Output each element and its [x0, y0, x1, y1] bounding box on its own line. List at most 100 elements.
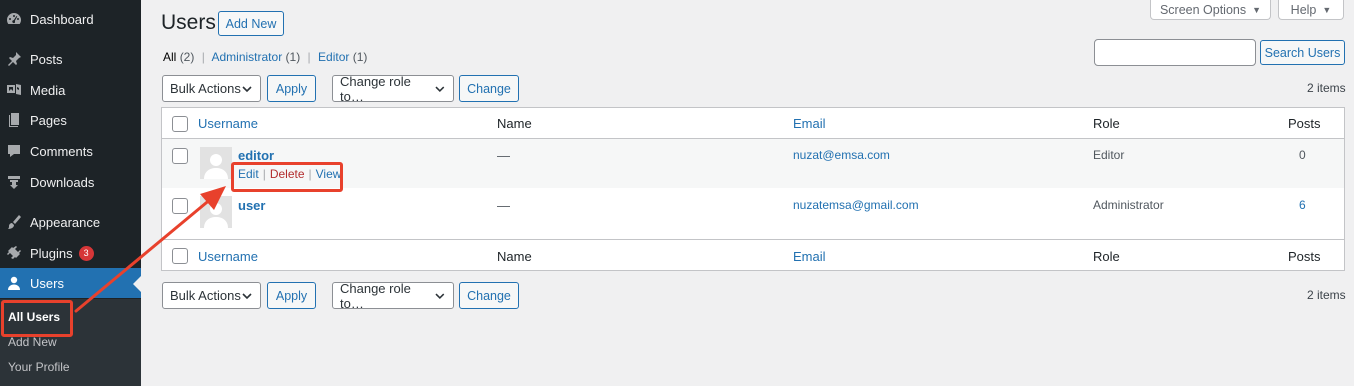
role-cell: Administrator: [1093, 198, 1164, 212]
change-role-button-top[interactable]: Change: [459, 75, 519, 102]
menu-appearance[interactable]: Appearance: [0, 207, 141, 237]
role-cell: Editor: [1093, 148, 1125, 162]
select-all-checkbox[interactable]: [172, 116, 188, 132]
row-checkbox[interactable]: [172, 148, 188, 164]
column-name-footer: Name: [497, 249, 532, 264]
change-role-label: Change role to…: [340, 73, 411, 104]
filter-administrator[interactable]: Administrator: [212, 50, 283, 64]
row-checkbox[interactable]: [172, 198, 188, 214]
email-link[interactable]: nuzatemsa@gmail.com: [793, 198, 919, 212]
change-role-select-top[interactable]: Change role to…: [332, 73, 454, 104]
column-name: Name: [497, 116, 532, 131]
search-users-button[interactable]: Search Users: [1260, 40, 1345, 65]
help-label: Help: [1290, 2, 1317, 17]
user-icon: [6, 275, 22, 291]
filter-administrator-count: (1): [285, 50, 301, 64]
menu-label: Posts: [30, 51, 63, 67]
bulk-actions-select-top[interactable]: Bulk Actions: [162, 75, 261, 102]
bulk-actions-select-bottom[interactable]: Bulk Actions: [162, 282, 261, 309]
filter-all[interactable]: All: [163, 50, 176, 64]
plugin-update-badge: 3: [78, 245, 94, 261]
screen-options-tab[interactable]: Screen Options ▼: [1150, 0, 1271, 20]
change-role-label: Change role to…: [340, 280, 411, 311]
menu-plugins[interactable]: Plugins 3: [0, 238, 141, 268]
chevron-down-icon: [435, 86, 445, 92]
column-role: Role: [1093, 116, 1120, 131]
email-link[interactable]: nuzat@emsa.com: [793, 148, 890, 162]
name-cell: —: [497, 148, 510, 163]
menu-media[interactable]: Media: [0, 75, 141, 105]
search-users-input[interactable]: [1094, 39, 1256, 66]
plugin-icon: [6, 245, 22, 261]
menu-label: Plugins: [30, 245, 73, 261]
avatar: [200, 147, 232, 179]
filter-editor-count: (1): [352, 50, 368, 64]
annotation-highlight-all-users: [1, 300, 73, 337]
menu-label: Media: [30, 82, 66, 98]
active-menu-pointer: [133, 276, 141, 292]
change-role-button-bottom[interactable]: Change: [459, 282, 519, 309]
change-role-select-bottom[interactable]: Change role to…: [332, 280, 454, 311]
pages-icon: [6, 112, 22, 128]
filter-separator: |: [201, 50, 205, 64]
apply-button-bottom[interactable]: Apply: [267, 282, 316, 309]
menu-label: Appearance: [30, 214, 101, 230]
column-posts-footer: Posts: [1288, 249, 1321, 264]
avatar: [200, 196, 232, 228]
dashboard-icon: [6, 11, 22, 27]
filter-all-count: (2): [179, 50, 195, 64]
name-cell: —: [497, 198, 510, 213]
comment-icon: [6, 143, 22, 159]
add-new-user-button[interactable]: Add New: [218, 11, 284, 36]
default-avatar-icon: [200, 147, 232, 179]
chevron-down-icon: [242, 292, 252, 299]
menu-users[interactable]: Users: [0, 268, 141, 298]
menu-downloads[interactable]: Downloads: [0, 167, 141, 197]
column-email-footer[interactable]: Email: [793, 249, 826, 264]
username-link[interactable]: user: [238, 198, 265, 213]
help-tab[interactable]: Help ▼: [1278, 0, 1344, 20]
column-role-footer: Role: [1093, 249, 1120, 264]
menu-dashboard[interactable]: Dashboard: [0, 4, 141, 34]
submenu-add-new[interactable]: Add New: [8, 335, 57, 349]
submenu-your-profile[interactable]: Your Profile: [8, 360, 70, 374]
column-username-footer[interactable]: Username: [198, 249, 258, 264]
posts-count-link[interactable]: 6: [1299, 198, 1306, 212]
bulk-actions-label: Bulk Actions: [170, 81, 241, 96]
apply-button-top[interactable]: Apply: [267, 75, 316, 102]
paintbrush-icon: [6, 214, 22, 230]
column-posts: Posts: [1288, 116, 1321, 131]
screen-options-label: Screen Options: [1159, 2, 1247, 17]
menu-comments[interactable]: Comments: [0, 136, 141, 166]
header-divider: [162, 138, 1344, 139]
download-icon: [6, 174, 22, 190]
filter-separator: |: [307, 50, 311, 64]
posts-count: 0: [1299, 148, 1306, 162]
username-link[interactable]: editor: [238, 148, 274, 163]
chevron-down-icon: [242, 85, 252, 92]
role-filter-links: All (2) | Administrator (1) | Editor (1): [163, 50, 367, 64]
filter-editor[interactable]: Editor: [318, 50, 349, 64]
menu-label: Comments: [30, 143, 93, 159]
select-all-checkbox-footer[interactable]: [172, 248, 188, 264]
menu-label: Users: [30, 275, 64, 291]
column-email[interactable]: Email: [793, 116, 826, 131]
menu-posts[interactable]: Posts: [0, 44, 141, 74]
media-icon: [6, 82, 22, 98]
default-avatar-icon: [200, 196, 232, 228]
page-title: Users: [161, 11, 216, 34]
footer-divider: [162, 239, 1344, 240]
menu-label: Pages: [30, 112, 67, 128]
items-count-top: 2 items: [1307, 81, 1346, 95]
bulk-actions-label: Bulk Actions: [170, 288, 241, 303]
pushpin-icon: [6, 51, 22, 67]
annotation-highlight-row-actions: [231, 162, 343, 192]
menu-label: Dashboard: [30, 11, 94, 27]
items-count-bottom: 2 items: [1307, 288, 1346, 302]
menu-label: Downloads: [30, 174, 95, 190]
caret-down-icon: ▼: [1252, 4, 1262, 15]
column-username[interactable]: Username: [198, 116, 258, 131]
caret-down-icon: ▼: [1322, 4, 1332, 15]
chevron-down-icon: [435, 293, 445, 299]
menu-pages[interactable]: Pages: [0, 105, 141, 135]
